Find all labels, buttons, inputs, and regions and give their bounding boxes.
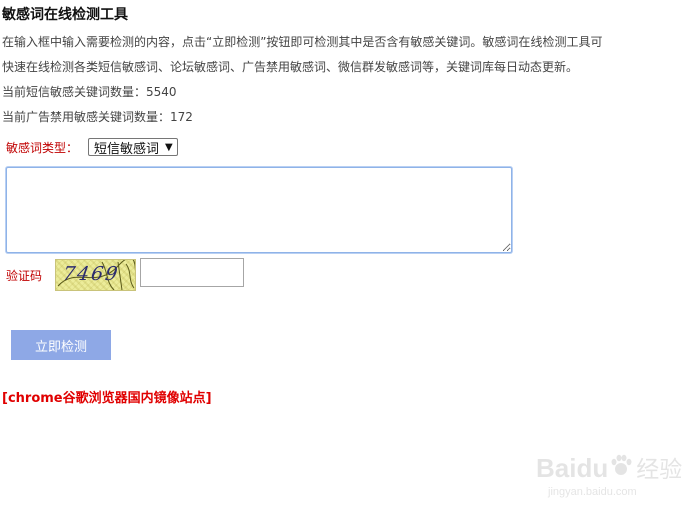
page-title: 敏感词在线检测工具 bbox=[2, 7, 128, 23]
captcha-label: 验证码 bbox=[6, 269, 43, 283]
watermark-url: jingyan.baidu.com bbox=[548, 486, 637, 498]
paw-icon bbox=[611, 454, 632, 475]
description-line-2: 快速在线检测各类短信敏感词、论坛敏感词、广告禁用敏感词、微信群发敏感词等，关键词… bbox=[2, 60, 579, 74]
watermark-main: Baidu 经验 bbox=[536, 450, 682, 484]
keyword-type-select[interactable]: 短信敏感词 ▼ bbox=[88, 138, 178, 157]
description-line-1: 在输入框中输入需要检测的内容，点击“立即检测”按钮即可检测其中是否含有敏感关键词… bbox=[2, 35, 603, 49]
captcha-image[interactable]: 7469 bbox=[55, 259, 136, 291]
keyword-type-selected-value: 短信敏感词 bbox=[94, 141, 160, 157]
captcha-input[interactable] bbox=[140, 258, 244, 287]
keyword-type-row: 敏感词类型： 短信敏感词 ▼ bbox=[6, 137, 178, 157]
check-now-button[interactable]: 立即检测 bbox=[11, 330, 111, 360]
watermark-sub: 经验 bbox=[636, 456, 683, 482]
sms-keyword-count: 当前短信敏感关键词数量：5540 bbox=[2, 85, 177, 99]
chevron-down-icon: ▼ bbox=[165, 141, 173, 153]
watermark-brand: Baidu bbox=[536, 453, 609, 483]
content-textarea[interactable] bbox=[6, 167, 512, 253]
captcha-code: 7469 bbox=[61, 263, 121, 285]
chrome-mirror-link[interactable]: [chrome谷歌浏览器国内镜像站点] bbox=[2, 387, 212, 406]
keyword-type-label: 敏感词类型： bbox=[6, 140, 79, 155]
ad-keyword-count: 当前广告禁用敏感关键词数量：172 bbox=[2, 110, 193, 124]
page: 敏感词在线检测工具 在输入框中输入需要检测的内容，点击“立即检测”按钮即可检测其… bbox=[0, 0, 694, 513]
baidu-jingyan-watermark: Baidu 经验 jingyan.baidu.com bbox=[536, 436, 686, 506]
